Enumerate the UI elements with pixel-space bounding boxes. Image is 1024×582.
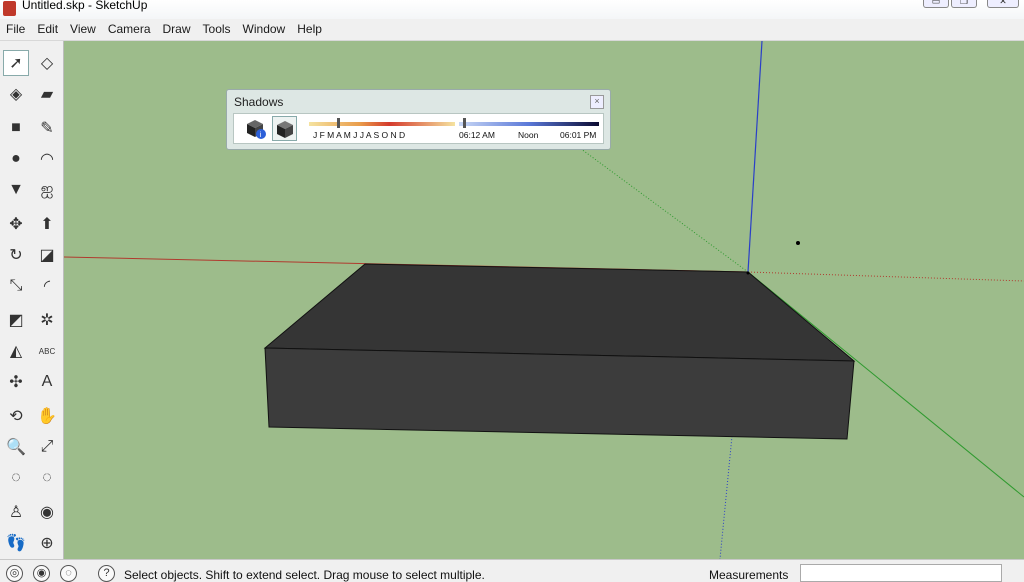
text-tool[interactable]: ABC [34,338,60,364]
menu-camera[interactable]: Camera [102,19,157,36]
pan-tool[interactable]: ✋ [34,403,60,429]
circle-tool[interactable]: ● [3,146,29,172]
line-tool[interactable]: ✎ [34,115,60,141]
polygon-tool[interactable]: ▼ [3,177,29,203]
time-end-label: 06:01 PM [560,130,597,140]
measurements-input[interactable] [800,564,1002,582]
maximize-button[interactable]: ❐ [951,0,977,8]
tape-measure-tool[interactable]: ◩ [3,307,29,333]
paint-bucket-tool[interactable]: ◈ [3,81,29,107]
walk-tool[interactable]: 👣 [3,530,29,556]
menu-draw[interactable]: Draw [157,19,197,36]
protractor-tool[interactable]: ◭ [3,338,29,364]
menu-edit[interactable]: Edit [31,19,64,36]
make-component-tool[interactable]: ◇ [34,50,60,76]
time-noon-label: Noon [518,130,539,140]
time-slider[interactable] [459,118,599,130]
origin-point [746,271,750,275]
time-slider-thumb[interactable] [463,118,466,128]
scale-tool[interactable]: ⤡ [3,273,29,299]
credits-icon[interactable]: ◉ [33,565,50,582]
rectangle-tool[interactable]: ■ [3,115,29,141]
shadow-settings-icon: i [247,120,266,139]
menu-view[interactable]: View [64,19,102,36]
window-title: Untitled.skp - SketchUp [22,0,148,12]
cursor-dot [796,241,800,245]
move-tool[interactable]: ✥ [3,211,29,237]
status-message: Select objects. Shift to extend select. … [124,568,485,582]
date-slider-thumb[interactable] [337,118,340,128]
block-front-face[interactable] [264,347,855,440]
shadows-close-button[interactable]: × [590,95,604,109]
menu-window[interactable]: Window [237,19,292,36]
next-view-tool[interactable]: ◌ [34,465,60,491]
date-slider[interactable] [309,118,455,130]
display-shadows-button[interactable] [272,116,297,141]
rotate-tool[interactable]: ↻ [3,242,29,268]
sketchup-logo-icon [3,1,16,16]
arc-tool[interactable]: ◠ [34,146,60,172]
zoom-extents-tool[interactable]: ⤢ [34,434,60,460]
title-bar: Untitled.skp - SketchUp ▭ ❐ ✕ [0,0,1024,19]
geo-location-icon[interactable]: ◎ [6,565,23,582]
menu-help[interactable]: Help [291,19,328,36]
status-bar: ◎ ◉ ◌ ? Select objects. Shift to extend … [0,559,1024,582]
menu-bar: File Edit View Camera Draw Tools Window Help [0,19,1024,41]
position-camera-tool[interactable]: ♙ [3,499,29,525]
select-tool[interactable]: ➚ [3,50,29,76]
red-axis-dotted [747,271,1024,282]
svg-text:i: i [260,131,262,139]
freehand-tool[interactable]: ஐ [34,177,60,203]
minimize-button[interactable]: ▭ [923,0,949,8]
measurements-label: Measurements [709,568,789,582]
shadows-toolbar: i J F M A M J J A S O N D 06:12 AM Noon … [233,113,604,144]
user-account-icon[interactable]: ◌ [60,565,77,582]
shadows-title: Shadows [234,95,284,109]
3d-text-tool[interactable]: A [34,369,60,395]
dimension-tool[interactable]: ✲ [34,307,60,333]
previous-view-tool[interactable]: ◌ [3,465,29,491]
section-plane-tool[interactable]: ⊕ [34,530,60,556]
menu-tools[interactable]: Tools [197,19,237,36]
block-top-face[interactable] [263,263,856,362]
blue-axis-solid [747,41,763,273]
display-shadows-icon [277,121,293,138]
help-icon[interactable]: ? [98,565,115,582]
eraser-tool[interactable]: ▰ [34,81,60,107]
month-labels: J F M A M J J A S O N D [313,130,406,140]
follow-me-tool[interactable]: ◪ [34,242,60,268]
shadows-dialog: Shadows × i J F M A M J J A S O N D 06:1… [226,89,611,150]
zoom-tool[interactable]: 🔍 [3,434,29,460]
shadow-settings-button[interactable]: i [243,116,268,141]
menu-file[interactable]: File [0,19,31,36]
time-start-label: 06:12 AM [459,130,495,140]
offset-tool[interactable]: ◜ [34,273,60,299]
push-pull-tool[interactable]: ⬆ [34,211,60,237]
large-tool-set: ➚ ◇ ◈ ▰ ■ ✎ ● ◠ ▼ ஐ ✥ ⬆ ↻ ◪ ⤡ ◜ ◩ ✲ ◭ ABC ✣ A ⟲ ✋ 🔍 ⤢ ◌ ◌ ♙ ◉ 👣 ⊕ [0,41,64,559]
orbit-tool[interactable]: ⟲ [3,403,29,429]
axes-tool[interactable]: ✣ [3,369,29,395]
look-around-tool[interactable]: ◉ [34,499,60,525]
close-window-button[interactable]: ✕ [987,0,1019,8]
